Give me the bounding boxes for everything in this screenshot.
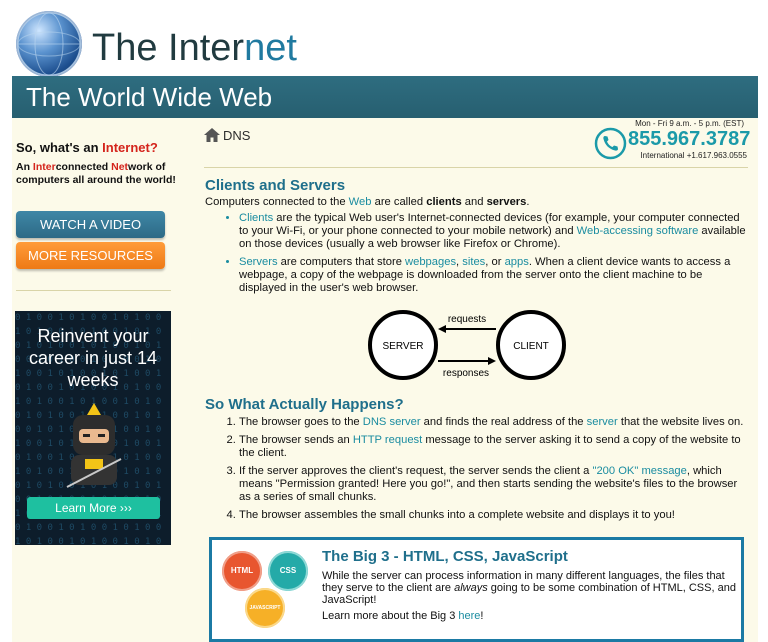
desc-text: connected bbox=[55, 161, 112, 173]
international-phone: International +1.617.963.0555 bbox=[640, 151, 747, 160]
requests-label: requests bbox=[448, 314, 486, 325]
intro-paragraph: Computers connected to the Web are calle… bbox=[205, 196, 750, 209]
heading-clients-servers: Clients and Servers bbox=[205, 177, 346, 194]
heading-what-happens: So What Actually Happens? bbox=[205, 396, 404, 413]
clients-link[interactable]: Clients bbox=[239, 212, 273, 224]
clients-servers-list: Clients are the typical Web user's Inter… bbox=[222, 212, 750, 300]
big3-more-text: ! bbox=[480, 610, 484, 622]
globe-grid-icon bbox=[17, 12, 81, 76]
javascript-badge-icon: JAVASCRIPT bbox=[245, 588, 285, 628]
http-request-link[interactable]: HTTP request bbox=[353, 434, 422, 446]
learn-more-label: Learn More bbox=[55, 501, 117, 515]
200-ok-link[interactable]: "200 OK" message bbox=[592, 465, 686, 477]
servers-link[interactable]: Servers bbox=[239, 256, 278, 268]
client-label: CLIENT bbox=[513, 341, 549, 352]
home-icon[interactable] bbox=[204, 128, 220, 142]
dns-server-link[interactable]: DNS server bbox=[363, 416, 421, 428]
list-item: The browser sends an HTTP request messag… bbox=[239, 434, 750, 460]
watch-video-button[interactable]: WATCH A VIDEO bbox=[16, 211, 165, 238]
web-link[interactable]: Web bbox=[349, 196, 372, 208]
intro-text: and bbox=[461, 196, 487, 208]
page-title: The World Wide Web bbox=[26, 82, 273, 112]
intro-bold: clients bbox=[426, 196, 462, 208]
desc-highlight: Inter bbox=[32, 161, 56, 173]
arrow-right-icon: ››› bbox=[119, 501, 132, 515]
apps-link[interactable]: apps bbox=[505, 256, 529, 268]
server-link[interactable]: server bbox=[587, 416, 618, 428]
list-item: Clients are the typical Web user's Inter… bbox=[239, 212, 750, 251]
step-text: that the website lives on. bbox=[617, 416, 744, 428]
big3-paragraph: While the server can process information… bbox=[322, 570, 737, 606]
web-software-link[interactable]: Web-accessing software bbox=[577, 225, 699, 237]
list-item: The browser assembles the small chunks i… bbox=[239, 509, 750, 522]
steps-list: The browser goes to the DNS server and f… bbox=[222, 416, 750, 527]
learn-more-button[interactable]: Learn More ››› bbox=[27, 497, 160, 519]
client-server-diagram: SERVER CLIENT requests responses bbox=[368, 310, 566, 380]
ninja-mascot-icon bbox=[66, 403, 122, 488]
bullet-text: are computers that store bbox=[277, 256, 406, 268]
site-title[interactable]: The Internet bbox=[92, 24, 297, 72]
big3-title: The Big 3 - HTML, CSS, JavaScript bbox=[322, 548, 568, 565]
big3-italic: always bbox=[454, 582, 488, 594]
server-label: SERVER bbox=[383, 341, 424, 352]
bullet-text: , or bbox=[485, 256, 505, 268]
intro-bold: servers bbox=[486, 196, 527, 208]
breadcrumb-dns[interactable]: DNS bbox=[223, 128, 250, 143]
sidebar-question-word: Internet? bbox=[102, 140, 158, 155]
css-badge-icon: CSS bbox=[268, 551, 308, 591]
ad-banner[interactable]: 0 1 0 0 1 0 1 0 0 1 0 1 0 0 1 0 1 0 0 1 … bbox=[15, 311, 171, 545]
big3-here-link[interactable]: here bbox=[458, 610, 480, 622]
big3-text: While the server can process information… bbox=[322, 570, 737, 622]
sidebar-divider bbox=[16, 290, 171, 291]
step-text: If the server approves the client's requ… bbox=[239, 465, 593, 477]
phone-number[interactable]: 855.967.3787 bbox=[628, 128, 750, 151]
office-hours: Mon - Fri 9 a.m. - 5 p.m. (EST) bbox=[635, 119, 744, 128]
sites-link[interactable]: sites bbox=[462, 256, 485, 268]
big3-learn-more: Learn more about the Big 3 here! bbox=[322, 610, 737, 622]
step-text: The browser sends an bbox=[239, 434, 353, 446]
html-badge-icon: HTML bbox=[222, 551, 262, 591]
list-item: The browser goes to the DNS server and f… bbox=[239, 416, 750, 429]
sidebar-question-prefix: So, what's an bbox=[16, 140, 103, 155]
more-resources-button[interactable]: MORE RESOURCES bbox=[16, 242, 165, 269]
responses-label: responses bbox=[443, 368, 489, 379]
step-text: and finds the real address of the bbox=[420, 416, 587, 428]
list-item: If the server approves the client's requ… bbox=[239, 465, 750, 504]
webpages-link[interactable]: webpages bbox=[405, 256, 456, 268]
step-text: The browser goes to the bbox=[239, 416, 363, 428]
intro-text: Computers connected to the bbox=[205, 196, 349, 208]
intro-text: . bbox=[526, 196, 530, 208]
main-divider bbox=[204, 167, 748, 168]
sidebar-description: An Interconnected Network of computers a… bbox=[16, 161, 176, 187]
big3-more-text: Learn more about the Big 3 bbox=[322, 610, 459, 622]
ad-title: Reinvent your career in just 14 weeks bbox=[28, 326, 158, 390]
intro-text: are called bbox=[371, 196, 427, 208]
site-title-part2: net bbox=[244, 27, 297, 69]
sidebar-question: So, what's an Internet? bbox=[16, 140, 158, 155]
list-item: Servers are computers that store webpage… bbox=[239, 256, 750, 295]
site-title-part1: The Inter bbox=[92, 27, 245, 69]
desc-highlight: Net bbox=[111, 161, 129, 173]
desc-text: An bbox=[16, 161, 33, 173]
